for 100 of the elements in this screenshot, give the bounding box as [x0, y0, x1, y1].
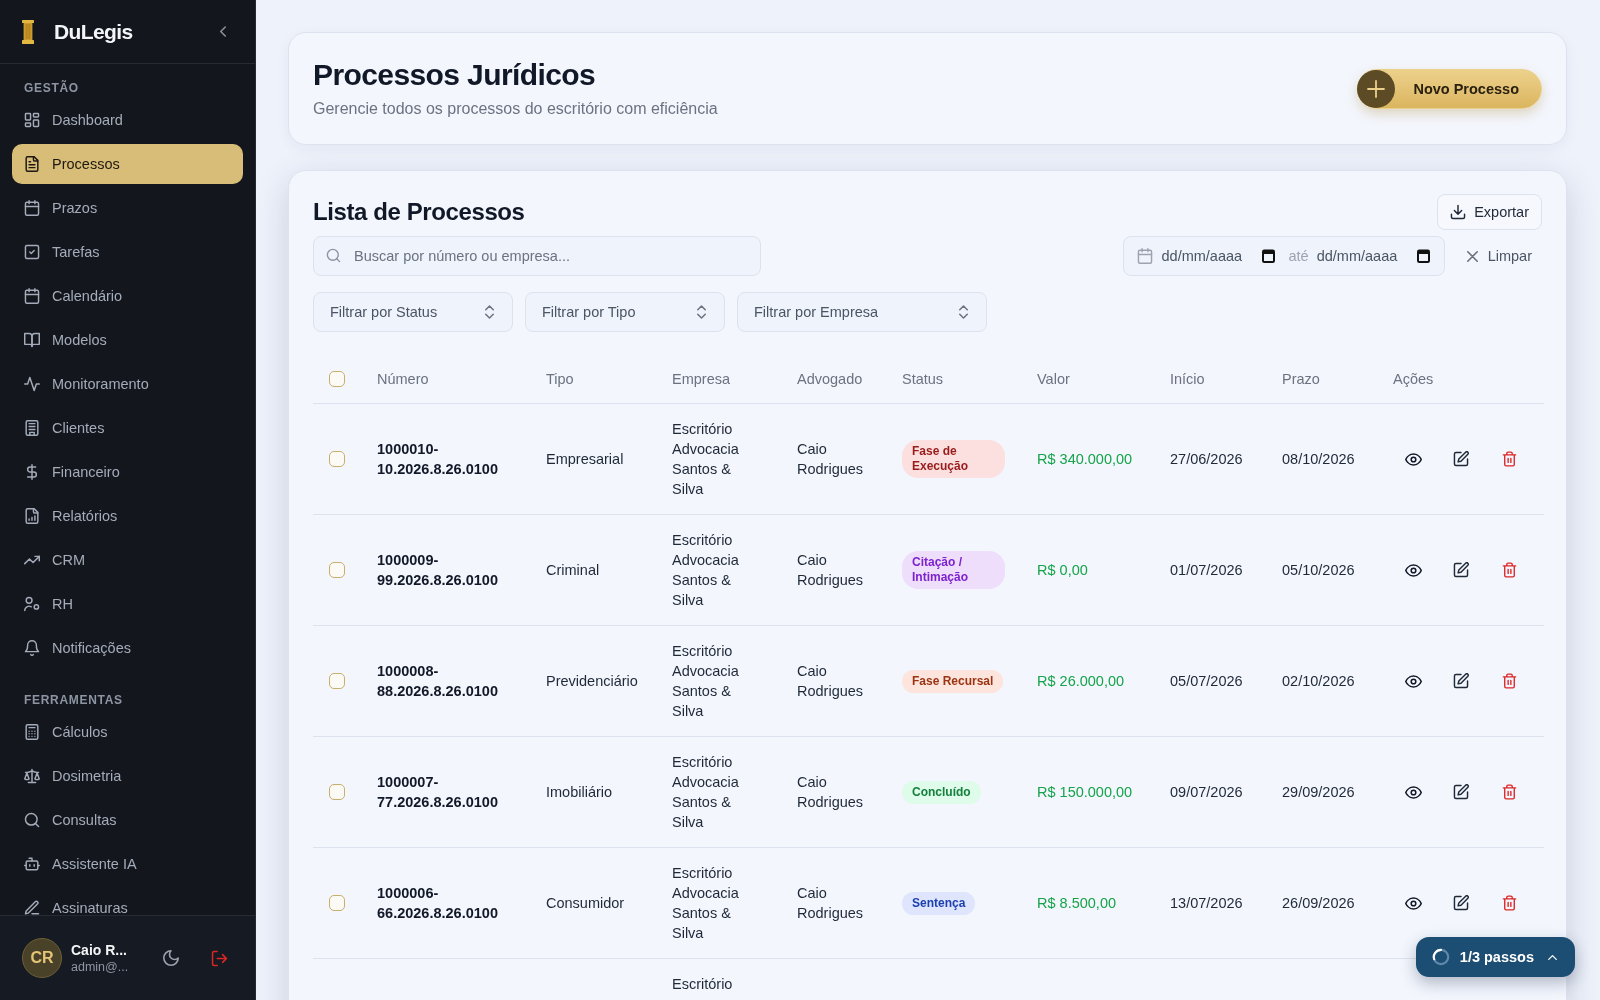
eye-icon — [1404, 785, 1422, 799]
nav-item[interactable]: Clientes — [12, 408, 243, 448]
clear-button[interactable]: Limpar — [1456, 238, 1542, 274]
nav-item[interactable]: Tarefas — [12, 232, 243, 272]
nav-item[interactable]: Modelos — [12, 320, 243, 360]
table-cell: R$ 8.500,00 — [1037, 895, 1116, 911]
tour-progress-button[interactable]: 1/3 passos — [1415, 937, 1575, 977]
table-cell: R$ 26.000,00 — [1037, 673, 1125, 689]
table-cell: 1000006-66.2026.8.26.0100 — [377, 885, 498, 921]
nav-item[interactable]: Calendário — [12, 276, 243, 316]
chevrons-up-down-icon — [485, 305, 494, 319]
pen-icon — [24, 900, 40, 915]
status-badge: Fase de Execução — [902, 440, 1005, 478]
select-all-checkbox[interactable] — [329, 371, 345, 387]
nav-item[interactable]: Assistente IA — [12, 844, 243, 884]
table-cell: Caio Rodrigues — [797, 885, 864, 921]
table-cell: Escritório Advocacia Santos & Silva — [672, 865, 739, 941]
table-cell: 05/10/2026 — [1282, 562, 1355, 578]
table-cell: 02/10/2026 — [1282, 673, 1355, 689]
avatar: CR — [22, 938, 62, 978]
nav-item[interactable]: Processos — [12, 144, 243, 184]
brand-name: DuLegis — [54, 19, 133, 44]
export-button[interactable]: Exportar — [1437, 194, 1542, 230]
table-cell: 08/10/2026 — [1282, 451, 1355, 467]
spinner-icon — [1431, 948, 1450, 966]
filter-select[interactable]: Filtrar por Status — [313, 292, 513, 332]
table-cell: Escritório Advocacia Santos & Silva — [672, 421, 739, 497]
robot-icon — [24, 856, 40, 872]
building-icon — [24, 420, 40, 436]
row-checkbox[interactable] — [329, 562, 345, 578]
dollar-icon — [24, 464, 40, 480]
edit-icon — [1453, 451, 1469, 467]
nav-item[interactable]: Cálculos — [12, 712, 243, 752]
list-title: Lista de Processos — [313, 198, 525, 226]
row-checkbox[interactable] — [329, 451, 345, 467]
row-checkbox[interactable] — [329, 673, 345, 689]
table-cell: 1000007-77.2026.8.26.0100 — [377, 774, 498, 810]
table-cell: 01/07/2026 — [1170, 562, 1243, 578]
table-cell: Escritório — [672, 976, 733, 992]
nav-item[interactable]: Dashboard — [12, 100, 243, 140]
edit-icon — [1453, 895, 1469, 911]
eye-icon — [1404, 674, 1422, 688]
row-checkbox[interactable] — [329, 895, 345, 911]
table-cell: Caio Rodrigues — [797, 552, 864, 588]
status-badge: Fase Recursal — [902, 669, 1004, 693]
table-cell: 26/09/2026 — [1282, 895, 1355, 911]
table-cell: 1000009-99.2026.8.26.0100 — [377, 552, 498, 588]
column-header: Ações — [1393, 371, 1434, 387]
calendar-icon — [1136, 248, 1153, 264]
nav-item[interactable]: Financeiro — [12, 452, 243, 492]
row-checkbox[interactable] — [329, 784, 345, 800]
section-label: FERRAMENTAS — [23, 692, 124, 708]
nav-item[interactable]: Assinaturas — [12, 888, 243, 915]
plus-icon — [1357, 69, 1396, 108]
table-cell: R$ 150.000,00 — [1037, 784, 1133, 800]
trash-icon — [1501, 451, 1517, 467]
search-icon — [24, 812, 40, 828]
column-header: Número — [377, 371, 429, 387]
calendar-icon[interactable] — [1416, 249, 1430, 263]
table-cell: 29/09/2026 — [1282, 784, 1355, 800]
new-process-button[interactable]: Novo Processo — [1357, 68, 1542, 109]
table-cell: Empresarial — [546, 451, 624, 467]
search-field[interactable]: Buscar por número ou empresa... — [313, 236, 761, 276]
nav-item[interactable]: Prazos — [12, 188, 243, 228]
nav-item[interactable]: Notificações — [12, 628, 243, 668]
trash-icon — [1501, 562, 1517, 578]
status-badge: Citação / Intimação — [902, 551, 1005, 589]
chevrons-up-down-icon — [959, 305, 968, 319]
bell-icon — [24, 640, 40, 656]
nav-item[interactable]: Monitoramento — [12, 364, 243, 404]
end-date-input[interactable]: dd/mm/aaaa — [1316, 248, 1405, 264]
calendar-icon[interactable] — [1261, 249, 1275, 263]
table-cell: Escritório Advocacia Santos & Silva — [672, 532, 739, 608]
table-cell: Criminal — [546, 562, 600, 578]
nav-item[interactable]: Relatórios — [12, 496, 243, 536]
table-cell: 13/07/2026 — [1170, 895, 1243, 911]
close-icon — [1466, 250, 1478, 262]
filter-select[interactable]: Filtrar por Empresa — [737, 292, 987, 332]
nav-item[interactable]: Dosimetria — [12, 756, 243, 796]
trash-icon — [1501, 895, 1517, 911]
filter-select[interactable]: Filtrar por Tipo — [525, 292, 725, 332]
moon-icon — [163, 950, 179, 966]
trash-icon — [1501, 784, 1517, 800]
logout-icon — [210, 949, 228, 967]
table-cell: R$ 340.000,00 — [1037, 451, 1133, 467]
nav-item[interactable]: Consultas — [12, 800, 243, 840]
nav-item[interactable]: CRM — [12, 540, 243, 580]
nav-item[interactable]: RH — [12, 584, 243, 624]
column-header: Início — [1170, 371, 1205, 387]
page-title: Processos Jurídicos — [313, 57, 597, 93]
column-header: Tipo — [546, 371, 574, 387]
start-date-input[interactable]: dd/mm/aaaa — [1161, 248, 1250, 264]
table-cell: R$ 0,00 — [1037, 562, 1088, 578]
edit-icon — [1453, 784, 1469, 800]
chevron-up-icon — [1548, 954, 1557, 960]
user-email: admin@... — [71, 960, 130, 974]
table-cell: Escritório Advocacia Santos & Silva — [672, 643, 739, 719]
pillar-icon — [22, 19, 34, 44]
table-cell: Escritório Advocacia Santos & Silva — [672, 754, 739, 830]
calendar-icon — [24, 288, 40, 304]
